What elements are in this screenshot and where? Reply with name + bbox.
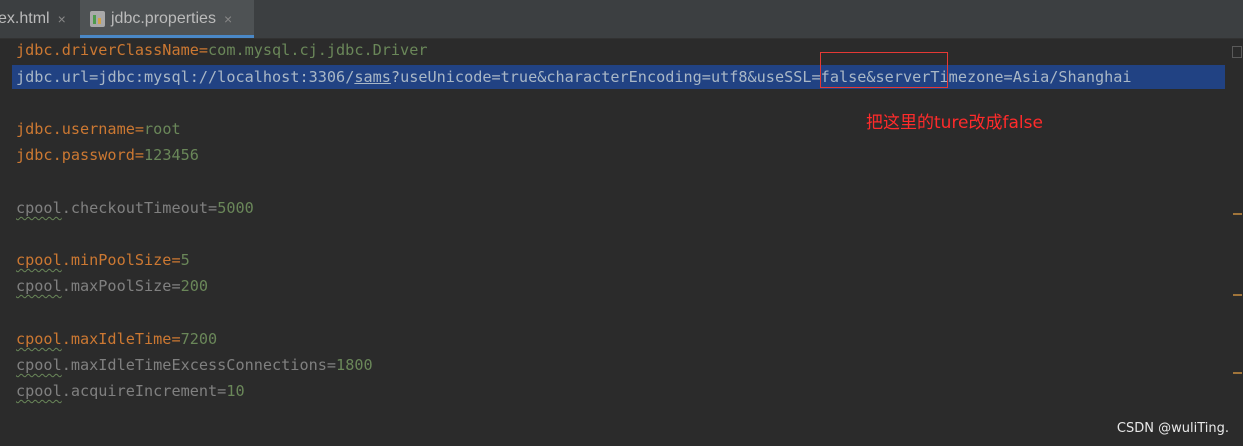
equals-sign: = — [171, 277, 181, 295]
property-key: .maxPoolSize — [61, 277, 172, 295]
property-value-part: jdbc:mysql://localhost:3306/ — [98, 68, 355, 86]
property-prefix: cpool — [16, 382, 62, 400]
code-line-12[interactable]: cpool.maxIdleTime=7200 — [16, 329, 217, 349]
close-icon[interactable]: × — [58, 11, 66, 27]
code-line-1[interactable]: jdbc.driverClassName=com.mysql.cj.jdbc.D… — [16, 40, 427, 60]
property-value: 1800 — [336, 356, 373, 374]
tab-index-html[interactable]: ex.html × — [0, 0, 72, 38]
property-key: jdbc.password — [16, 146, 135, 164]
code-line-5[interactable]: jdbc.password=123456 — [16, 145, 199, 165]
property-key: .checkoutTimeout — [61, 199, 209, 217]
code-editor[interactable]: jdbc.driverClassName=com.mysql.cj.jdbc.D… — [0, 39, 1236, 446]
property-prefix: cpool — [16, 356, 62, 374]
property-prefix: cpool — [16, 330, 62, 348]
editor-tab-bar: ex.html × jdbc.properties × — [0, 0, 1243, 39]
equals-sign: = — [198, 41, 209, 59]
code-line-13[interactable]: cpool.maxIdleTimeExcessConnections=1800 — [16, 355, 373, 375]
property-key: .minPoolSize — [61, 251, 172, 269]
code-line-10[interactable]: cpool.maxPoolSize=200 — [16, 276, 208, 296]
warning-stripe-marker[interactable] — [1233, 372, 1242, 374]
property-key: jdbc.url — [16, 68, 90, 86]
property-value: com.mysql.cj.jdbc.Driver — [208, 41, 428, 59]
warning-stripe-marker[interactable] — [1233, 294, 1242, 296]
property-prefix: cpool — [16, 277, 62, 295]
code-line-14[interactable]: cpool.acquireIncrement=10 — [16, 381, 245, 401]
property-prefix: cpool — [16, 251, 62, 269]
property-value-part: ?useUnicode=true&characterEncoding=utf8&… — [390, 68, 1132, 86]
inspection-status-icon[interactable] — [1232, 46, 1242, 58]
annotation-note: 把这里的ture改成false — [866, 113, 1043, 133]
property-value: 200 — [180, 277, 209, 295]
tab-label: jdbc.properties — [111, 10, 216, 27]
tab-label: ex.html — [0, 10, 50, 27]
property-value: 123456 — [144, 146, 199, 164]
annotation-highlight-box — [820, 52, 948, 88]
property-value: root — [144, 120, 181, 138]
code-line-2[interactable]: jdbc.url=jdbc:mysql://localhost:3306/sam… — [16, 67, 1132, 87]
equals-sign: = — [171, 330, 181, 348]
equals-sign: = — [208, 199, 218, 217]
code-line-9[interactable]: cpool.minPoolSize=5 — [16, 250, 190, 270]
equals-sign: = — [326, 356, 337, 374]
property-key: .maxIdleTimeExcessConnections — [61, 356, 327, 374]
equals-sign: = — [217, 382, 227, 400]
active-tab-indicator — [80, 35, 254, 38]
property-prefix: cpool — [16, 199, 62, 217]
close-icon[interactable]: × — [224, 11, 232, 27]
equals-sign: = — [89, 68, 99, 86]
code-line-4[interactable]: jdbc.username=root — [16, 119, 181, 139]
property-key: .maxIdleTime — [61, 330, 172, 348]
equals-sign: = — [171, 251, 181, 269]
property-key: jdbc.driverClassName — [16, 41, 199, 59]
equals-sign: = — [134, 120, 145, 138]
property-value: 10 — [226, 382, 245, 400]
property-key: jdbc.username — [16, 120, 135, 138]
property-value-database: sams — [354, 68, 391, 86]
property-value: 7200 — [180, 330, 218, 348]
equals-sign: = — [134, 146, 145, 164]
properties-file-icon — [90, 11, 105, 27]
warning-stripe-marker[interactable] — [1233, 213, 1242, 215]
property-value: 5000 — [217, 199, 254, 217]
tab-jdbc-properties[interactable]: jdbc.properties × — [80, 0, 254, 38]
code-line-7[interactable]: cpool.checkoutTimeout=5000 — [16, 198, 254, 218]
property-value: 5 — [180, 251, 190, 269]
watermark-text: CSDN @wuliTing. — [1116, 421, 1229, 436]
property-key: .acquireIncrement — [61, 382, 218, 400]
editor-right-gutter — [1225, 39, 1243, 446]
